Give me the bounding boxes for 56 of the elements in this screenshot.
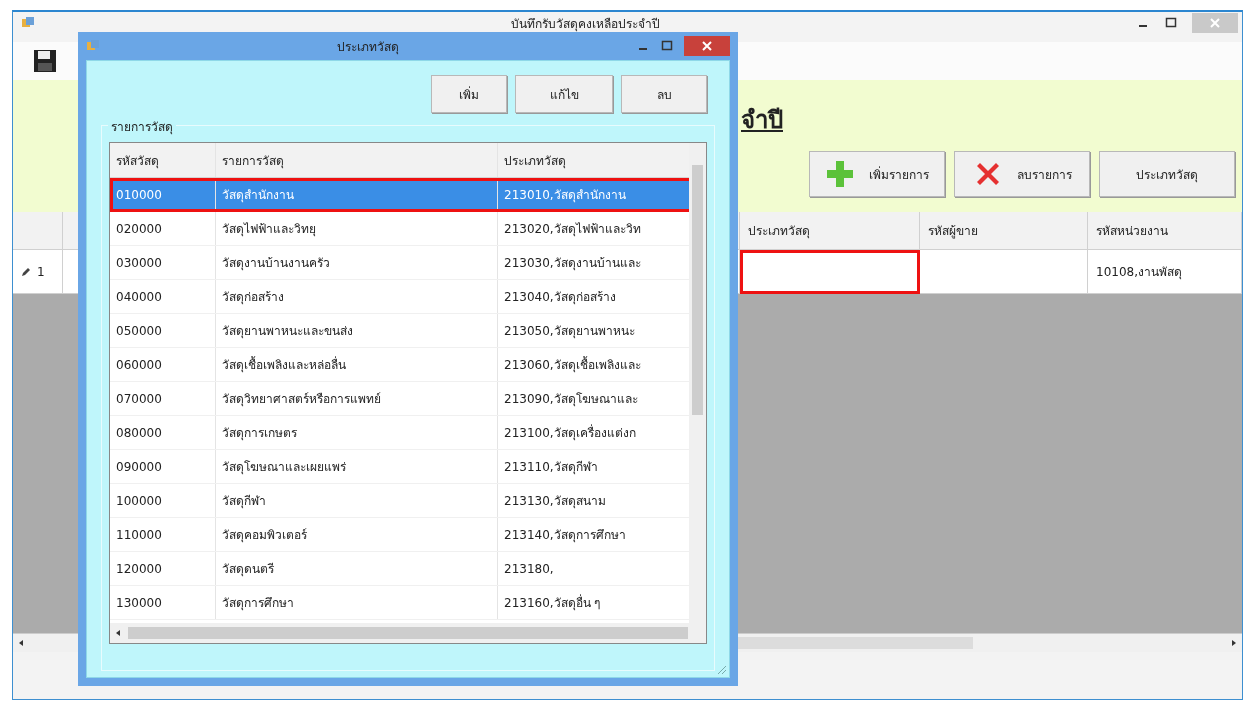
- horizontal-scrollbar[interactable]: [110, 623, 706, 643]
- table-cell[interactable]: 080000: [110, 416, 216, 449]
- table-cell[interactable]: 10108,งานพัสดุ: [1088, 250, 1242, 294]
- table-cell[interactable]: [740, 250, 920, 294]
- action-button[interactable]: เพิ่มรายการ: [809, 151, 945, 197]
- table-cell[interactable]: 030000: [110, 246, 216, 279]
- table-cell[interactable]: วัสดุโฆษณาและเผยแพร่: [216, 450, 498, 483]
- dialog-button[interactable]: แก้ไข: [515, 75, 613, 113]
- dialog-title: ประเภทวัสดุ: [336, 38, 400, 56]
- table-cell[interactable]: วัสดุดนตรี: [216, 552, 498, 585]
- table-cell[interactable]: วัสดุคอมพิวเตอร์: [216, 518, 498, 551]
- table-cell[interactable]: วัสดุเชื้อเพลิงและหล่อลื่น: [216, 348, 498, 381]
- dialog-button[interactable]: เพิ่ม: [431, 75, 507, 113]
- table-cell[interactable]: 110000: [110, 518, 216, 551]
- table-cell[interactable]: วัสดุกีฬา: [216, 484, 498, 517]
- scroll-right-icon[interactable]: [1230, 639, 1238, 647]
- maximize-icon[interactable]: [660, 39, 674, 53]
- action-button[interactable]: ประเภทวัสดุ: [1099, 151, 1235, 197]
- table-cell[interactable]: 040000: [110, 280, 216, 313]
- table-cell[interactable]: 100000: [110, 484, 216, 517]
- table-cell[interactable]: [920, 250, 1088, 294]
- column-header[interactable]: รายการวัสดุ: [216, 143, 498, 177]
- action-button[interactable]: ลบรายการ: [954, 151, 1090, 197]
- table-cell[interactable]: วัสดุวิทยาศาสตร์หรือการแพทย์: [216, 382, 498, 415]
- pencil-icon: [21, 266, 31, 277]
- maximize-icon[interactable]: [1164, 16, 1178, 30]
- column-header[interactable]: รหัสวัสดุ: [110, 143, 216, 177]
- table-cell[interactable]: วัสดุไฟฟ้าและวิทยุ: [216, 212, 498, 245]
- table-cell[interactable]: 020000: [110, 212, 216, 245]
- plus-icon: [825, 159, 855, 189]
- scroll-left-icon[interactable]: [114, 629, 122, 637]
- page-heading: จำปี: [741, 105, 783, 136]
- vertical-scrollbar[interactable]: [689, 143, 706, 623]
- table-cell[interactable]: วัสดุการศึกษา: [216, 586, 498, 619]
- scroll-left-icon[interactable]: [17, 639, 25, 647]
- table-cell[interactable]: วัสดุก่อสร้าง: [216, 280, 498, 313]
- row-number: 1: [37, 264, 45, 279]
- table-cell[interactable]: วัสดุยานพาหนะและขนส่ง: [216, 314, 498, 347]
- table-cell[interactable]: 050000: [110, 314, 216, 347]
- material-type-dialog[interactable]: [78, 32, 738, 686]
- table-cell[interactable]: วัสดุงานบ้านงานครัว: [216, 246, 498, 279]
- table-cell[interactable]: 090000: [110, 450, 216, 483]
- table-cell[interactable]: 060000: [110, 348, 216, 381]
- resize-grip-icon[interactable]: [715, 663, 727, 675]
- table-cell[interactable]: วัสดุการเกษตร: [216, 416, 498, 449]
- close-icon[interactable]: [684, 36, 730, 56]
- table-cell[interactable]: 120000: [110, 552, 216, 585]
- table-cell[interactable]: 130000: [110, 586, 216, 619]
- app-icon: [21, 16, 35, 30]
- save-icon[interactable]: [33, 49, 57, 73]
- app-icon: [86, 39, 100, 53]
- row-header[interactable]: 1: [13, 250, 63, 294]
- dialog-button[interactable]: ลบ: [621, 75, 707, 113]
- window-title: บันทึกรับวัสดุคงเหลือประจำปี: [510, 15, 661, 33]
- column-header[interactable]: ประเภทวัสดุ: [740, 212, 920, 250]
- table-cell[interactable]: 070000: [110, 382, 216, 415]
